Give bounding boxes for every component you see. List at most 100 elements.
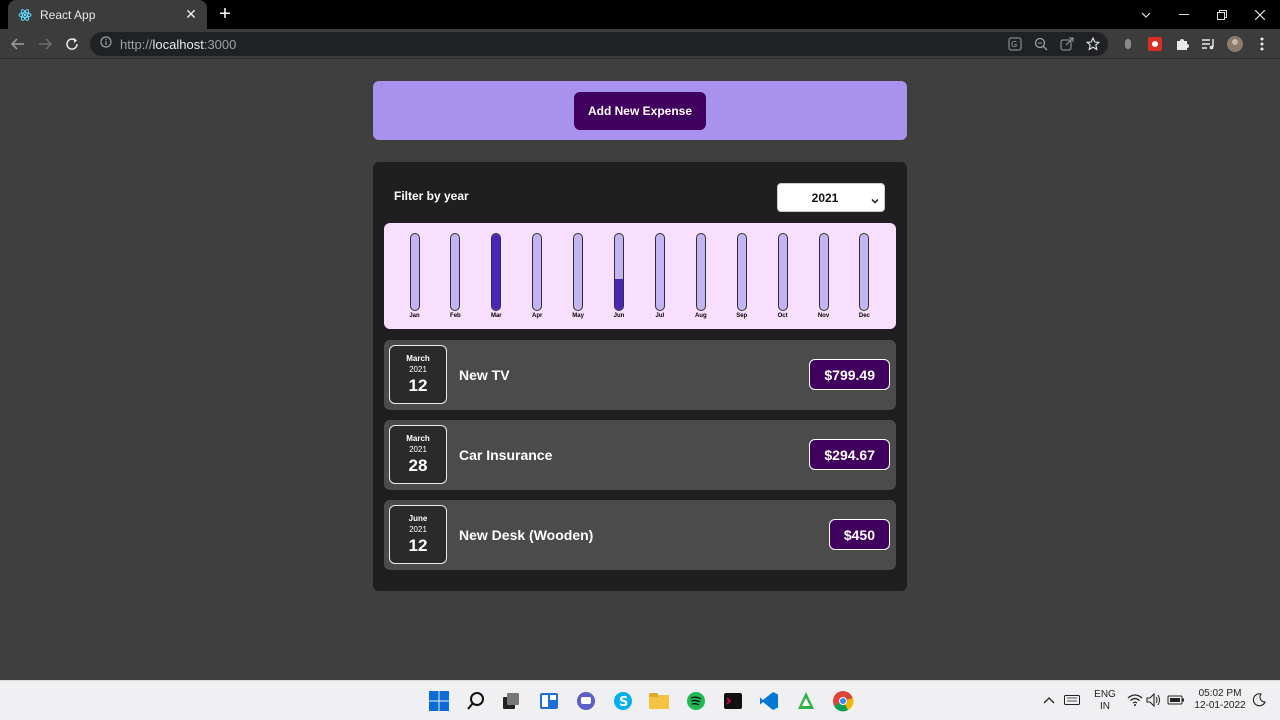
chart-bar-fill: [615, 278, 623, 310]
info-icon[interactable]: [100, 35, 112, 53]
red-extension-icon[interactable]: [1146, 35, 1164, 53]
media-control-icon[interactable]: [1199, 35, 1217, 53]
svg-text:G: G: [1011, 40, 1017, 49]
chart-bar-track: [654, 233, 665, 311]
chart-bar-track: [818, 233, 829, 311]
forward-icon[interactable]: [35, 34, 55, 54]
profile-avatar-icon[interactable]: [1226, 35, 1244, 53]
close-tab-icon[interactable]: ✕: [183, 6, 199, 23]
chart-bar-label: Jan: [409, 313, 420, 319]
chart-bar-feb: Feb: [450, 233, 461, 319]
clock[interactable]: 05:02 PM 12-01-2022: [1190, 688, 1250, 712]
expense-date: June 2021 12: [389, 505, 447, 564]
region-code: IN: [1100, 701, 1110, 712]
volume-icon[interactable]: [1146, 692, 1162, 708]
add-new-expense-button[interactable]: Add New Expense: [574, 91, 706, 130]
chart-bar-nov: Nov: [818, 233, 829, 319]
expense-item: June 2021 12 New Desk (Wooden) $450: [384, 500, 896, 570]
keyboard-icon[interactable]: [1063, 691, 1081, 709]
expenses-chart: Jan Feb Mar Apr May Jun Jul Aug Sep Oct Nov Dec: [384, 223, 896, 329]
chart-bar-track: [573, 233, 584, 311]
windows-start-icon[interactable]: [427, 689, 451, 713]
expense-day: 12: [408, 376, 428, 395]
reload-icon[interactable]: [62, 34, 82, 54]
vscode-icon[interactable]: [757, 689, 781, 713]
expense-month: March: [406, 354, 430, 363]
expense-date: March 2021 28: [389, 425, 447, 484]
windows-taskbar: S ENG IN 05:02 PM 12-01-2022: [0, 680, 1280, 720]
chart-bar-label: Jun: [613, 313, 625, 319]
expense-year: 2021: [409, 525, 427, 534]
expense-title: New TV: [459, 367, 510, 383]
filter-label: Filter by year: [394, 189, 469, 203]
expense-amount: $799.49: [809, 359, 890, 390]
notification-moon-icon[interactable]: [1251, 692, 1267, 708]
browser-tab-strip: React App ✕ +: [0, 0, 1280, 29]
address-bar[interactable]: http://localhost:3000 G: [90, 32, 1108, 56]
translate-icon[interactable]: G: [1006, 35, 1024, 53]
browser-tab[interactable]: React App ✕: [8, 0, 207, 29]
file-explorer-icon[interactable]: [647, 689, 671, 713]
chart-bar-track: [614, 233, 624, 311]
chevron-down-icon: [871, 192, 879, 210]
browser-toolbar: http://localhost:3000 G: [0, 29, 1280, 59]
terminal-icon[interactable]: [721, 689, 745, 713]
chart-bar-label: Dec: [858, 313, 870, 319]
zoom-icon[interactable]: [1032, 35, 1050, 53]
expense-year: 2021: [409, 445, 427, 454]
chart-bar-jul: Jul: [654, 233, 665, 319]
chart-bar-label: May: [572, 313, 584, 319]
expense-month: March: [406, 434, 430, 443]
url-text: http://localhost:3000: [120, 36, 237, 52]
tab-search-icon[interactable]: [1127, 0, 1165, 29]
green-app-icon[interactable]: [794, 689, 818, 713]
chart-bar-jun: Jun: [614, 233, 625, 319]
menu-kebab-icon[interactable]: [1253, 35, 1271, 53]
expense-month: June: [408, 514, 428, 523]
chart-bar-label: Mar: [490, 313, 502, 319]
chart-bar-track: [736, 233, 747, 311]
teams-chat-icon[interactable]: [574, 689, 598, 713]
expense-year: 2021: [409, 365, 427, 374]
chart-bar-track: [491, 233, 502, 311]
language-indicator[interactable]: ENG IN: [1092, 689, 1118, 713]
expense-date: March 2021 12: [389, 345, 447, 404]
expense-item: March 2021 28 Car Insurance $294.67: [384, 420, 896, 490]
back-icon[interactable]: [8, 34, 28, 54]
chart-bar-apr: Apr: [532, 233, 543, 319]
widgets-icon[interactable]: [537, 689, 561, 713]
share-icon[interactable]: [1058, 35, 1076, 53]
battery-icon[interactable]: [1167, 692, 1185, 708]
spotify-icon[interactable]: [684, 689, 708, 713]
chart-bar-label: Aug: [694, 313, 707, 319]
chart-bar-track: [695, 233, 706, 311]
chart-bar-track: [859, 233, 870, 311]
skype-icon[interactable]: S: [611, 689, 635, 713]
new-tab-button[interactable]: +: [214, 4, 236, 24]
extensions-puzzle-icon[interactable]: [1173, 35, 1191, 53]
chart-bar-jan: Jan: [409, 233, 420, 319]
chevron-up-icon[interactable]: [1040, 691, 1058, 709]
tab-title: React App: [40, 7, 96, 22]
chart-bar-aug: Aug: [694, 233, 707, 319]
chart-bar-track: [777, 233, 788, 311]
new-expense-panel: Add New Expense: [373, 81, 907, 140]
svg-text:S: S: [619, 695, 628, 710]
restore-icon[interactable]: [1203, 0, 1241, 29]
extension-icon[interactable]: [1119, 35, 1137, 53]
language-code: ENG: [1094, 689, 1116, 700]
expense-title: New Desk (Wooden): [459, 527, 594, 543]
chart-bar-dec: Dec: [859, 233, 870, 319]
year-select[interactable]: 2021: [777, 183, 885, 212]
minimize-icon[interactable]: [1165, 0, 1203, 29]
task-view-icon[interactable]: [499, 689, 523, 713]
chart-bar-label: Feb: [450, 313, 461, 319]
selected-year: 2021: [811, 191, 839, 205]
search-icon[interactable]: [464, 689, 488, 713]
chart-bar-track: [409, 233, 420, 311]
close-window-icon[interactable]: [1241, 0, 1279, 29]
wifi-icon[interactable]: [1127, 692, 1143, 708]
bookmark-star-icon[interactable]: [1084, 35, 1102, 53]
react-logo-icon: [18, 8, 32, 22]
chrome-icon[interactable]: [831, 689, 855, 713]
